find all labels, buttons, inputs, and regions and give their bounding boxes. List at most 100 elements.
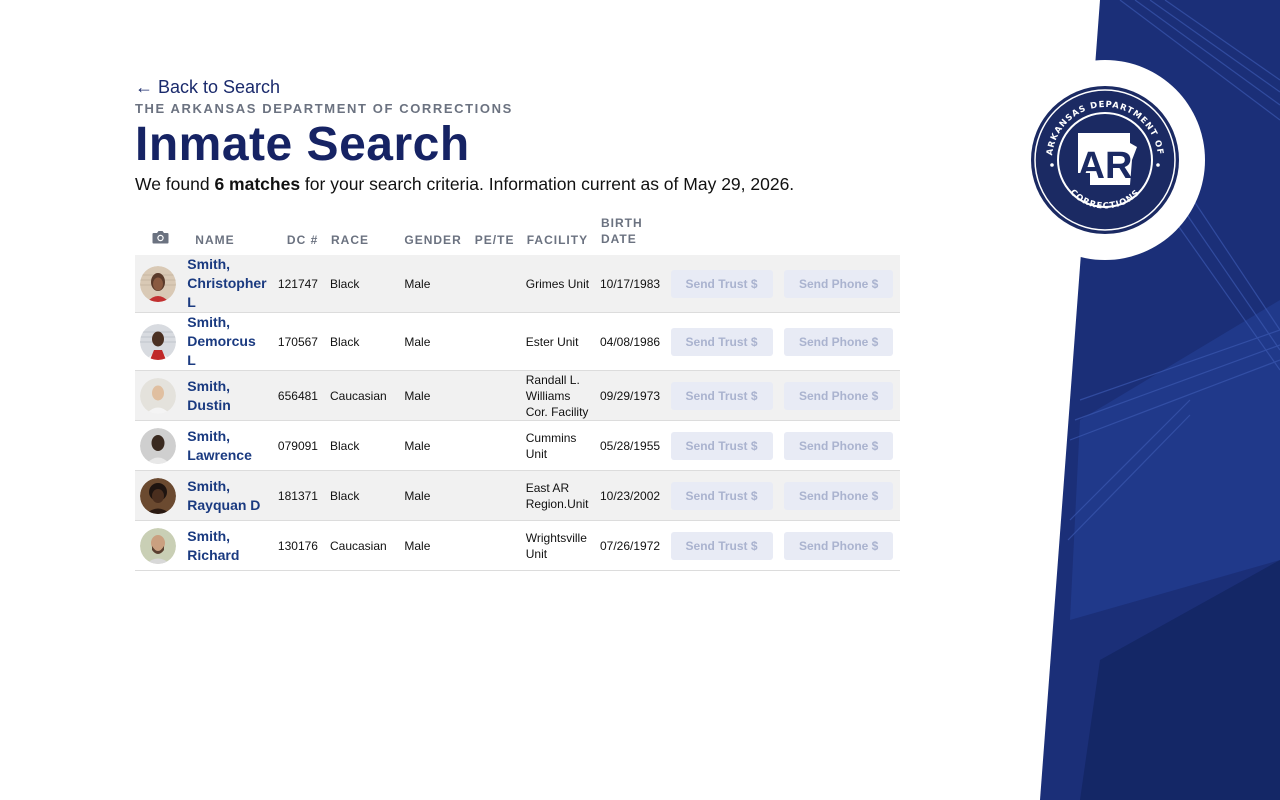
send-phone-button[interactable]: Send Phone $ xyxy=(784,269,894,298)
photo-cell xyxy=(135,520,184,571)
name-line: Smith, xyxy=(187,314,231,330)
adc-seal-logo: ARKANSAS DEPARTMENT OF CORRECTIONS AR xyxy=(1031,86,1179,234)
table-header-row: NAME DC # RACE GENDER PE/TE FACILITY BIR… xyxy=(135,215,900,255)
facility-line: Unit xyxy=(525,546,548,561)
photo-cell xyxy=(135,312,184,371)
send-trust-cell: Send Trust $ xyxy=(665,420,780,471)
send-trust-button[interactable]: Send Trust $ xyxy=(670,531,773,560)
name-line: Rayquan D xyxy=(187,496,261,513)
photo-cell xyxy=(135,470,184,521)
camera-icon xyxy=(152,231,169,244)
pete xyxy=(468,520,521,571)
name-line: Christopher xyxy=(187,275,267,291)
send-trust-cell: Send Trust $ xyxy=(665,470,780,521)
dc-number: 121747 xyxy=(272,255,325,313)
facility-line: Cummins xyxy=(525,430,577,445)
photo-cell xyxy=(135,255,184,313)
facility: Cummins Unit xyxy=(520,420,595,471)
dc-number: 656481 xyxy=(272,370,325,421)
race: Caucasian xyxy=(324,370,393,421)
birth-date-column-header[interactable]: BIRTH DATE xyxy=(595,215,666,255)
facility: Ester Unit xyxy=(520,312,595,371)
send-trust-button[interactable]: Send Trust $ xyxy=(670,381,773,410)
inmate-photo[interactable] xyxy=(140,477,176,514)
seal-center-text: AR xyxy=(1078,145,1133,187)
facility-line: Wrightsville xyxy=(525,530,587,545)
send-trust-cell: Send Trust $ xyxy=(665,520,780,571)
gender: Male xyxy=(392,420,469,471)
inmate-photo[interactable] xyxy=(140,527,176,564)
gender: Male xyxy=(392,255,469,313)
inmate-photo[interactable] xyxy=(140,323,176,360)
inmate-name-cell: Smith, Lawrence xyxy=(183,420,273,471)
page-title: Inmate Search xyxy=(135,118,470,171)
send-trust-cell: Send Trust $ xyxy=(665,312,780,371)
race-column-header[interactable]: RACE xyxy=(325,215,392,255)
inmate-name-link[interactable]: Smith, Christopher L xyxy=(187,256,266,310)
photo-cell xyxy=(135,370,184,421)
race: Black xyxy=(324,470,393,521)
send-trust-button[interactable]: Send Trust $ xyxy=(670,431,773,460)
gender: Male xyxy=(392,370,469,421)
name-column-header[interactable]: NAME xyxy=(183,215,273,255)
pete xyxy=(468,312,521,371)
summary-prefix: We found xyxy=(135,174,215,194)
race: Black xyxy=(324,312,393,371)
send-phone-button[interactable]: Send Phone $ xyxy=(784,431,894,460)
send-phone-cell: Send Phone $ xyxy=(779,420,900,471)
send-phone-cell: Send Phone $ xyxy=(779,370,900,421)
inmate-name-link[interactable]: Smith, Demorcus L xyxy=(187,314,255,368)
facility-line: Ester Unit xyxy=(525,334,579,349)
pete xyxy=(468,420,521,471)
name-line: Smith, xyxy=(187,527,231,544)
photo-cell xyxy=(135,420,184,471)
name-line: Smith, xyxy=(187,427,231,444)
pete-column-header[interactable]: PE/TE xyxy=(469,215,521,255)
birth-date: 10/17/1983 xyxy=(594,255,666,313)
facility-column-header[interactable]: FACILITY xyxy=(521,215,595,255)
send-phone-button[interactable]: Send Phone $ xyxy=(784,481,894,510)
dc-column-header[interactable]: DC # xyxy=(273,215,325,255)
inmate-name-cell: Smith, Rayquan D xyxy=(183,470,273,521)
birth-date: 07/26/1972 xyxy=(594,520,666,571)
send-phone-cell: Send Phone $ xyxy=(779,470,900,521)
pete xyxy=(468,255,521,313)
inmate-name-cell: Smith, Demorcus L xyxy=(183,312,273,371)
table-row: Smith, Demorcus L 170567 Black Male Ester … xyxy=(135,312,900,371)
table-row: Smith, Christopher L 121747 Black Male Gri… xyxy=(135,255,900,313)
send-phone-cell: Send Phone $ xyxy=(779,520,900,571)
send-trust-button[interactable]: Send Trust $ xyxy=(670,327,773,356)
send-trust-button[interactable]: Send Trust $ xyxy=(670,481,773,510)
inmate-name-link[interactable]: Smith, Richard xyxy=(187,528,239,563)
inmate-photo[interactable] xyxy=(140,265,176,302)
facility-line: Region.Unit xyxy=(525,496,589,511)
send-phone-button[interactable]: Send Phone $ xyxy=(784,531,894,560)
send-trust-button[interactable]: Send Trust $ xyxy=(670,269,773,298)
pete xyxy=(468,370,521,421)
inmate-name-cell: Smith, Richard xyxy=(183,520,273,571)
facility-line: East AR xyxy=(525,480,570,495)
inmate-name-link[interactable]: Smith, Dustin xyxy=(187,378,231,413)
send-phone-column-header xyxy=(779,215,900,255)
results-table: NAME DC # RACE GENDER PE/TE FACILITY BIR… xyxy=(135,215,900,571)
results-summary: We found 6 matches for your search crite… xyxy=(135,174,915,195)
gender-column-header[interactable]: GENDER xyxy=(392,215,468,255)
inmate-photo[interactable] xyxy=(140,427,176,464)
name-line: Dustin xyxy=(187,396,231,413)
facility-line: Grimes Unit xyxy=(525,276,590,291)
gender: Male xyxy=(392,470,469,521)
inmate-name-cell: Smith, Dustin xyxy=(183,370,273,421)
send-phone-button[interactable]: Send Phone $ xyxy=(784,381,894,410)
inmate-photo[interactable] xyxy=(140,377,176,414)
table-row: Smith, Lawrence 079091 Black Male Cummins… xyxy=(135,420,900,471)
gender: Male xyxy=(392,312,469,371)
back-to-search-link[interactable]: ← Back to Search xyxy=(135,76,915,98)
send-phone-button[interactable]: Send Phone $ xyxy=(784,327,894,356)
inmate-name-link[interactable]: Smith, Rayquan D xyxy=(187,478,260,513)
match-count: 6 matches xyxy=(214,174,301,194)
seal-backdrop: ARKANSAS DEPARTMENT OF CORRECTIONS AR xyxy=(1005,60,1205,260)
send-trust-cell: Send Trust $ xyxy=(665,370,780,421)
name-line: Lawrence xyxy=(187,446,252,463)
send-trust-column-header xyxy=(666,215,780,255)
inmate-name-link[interactable]: Smith, Lawrence xyxy=(187,428,252,463)
